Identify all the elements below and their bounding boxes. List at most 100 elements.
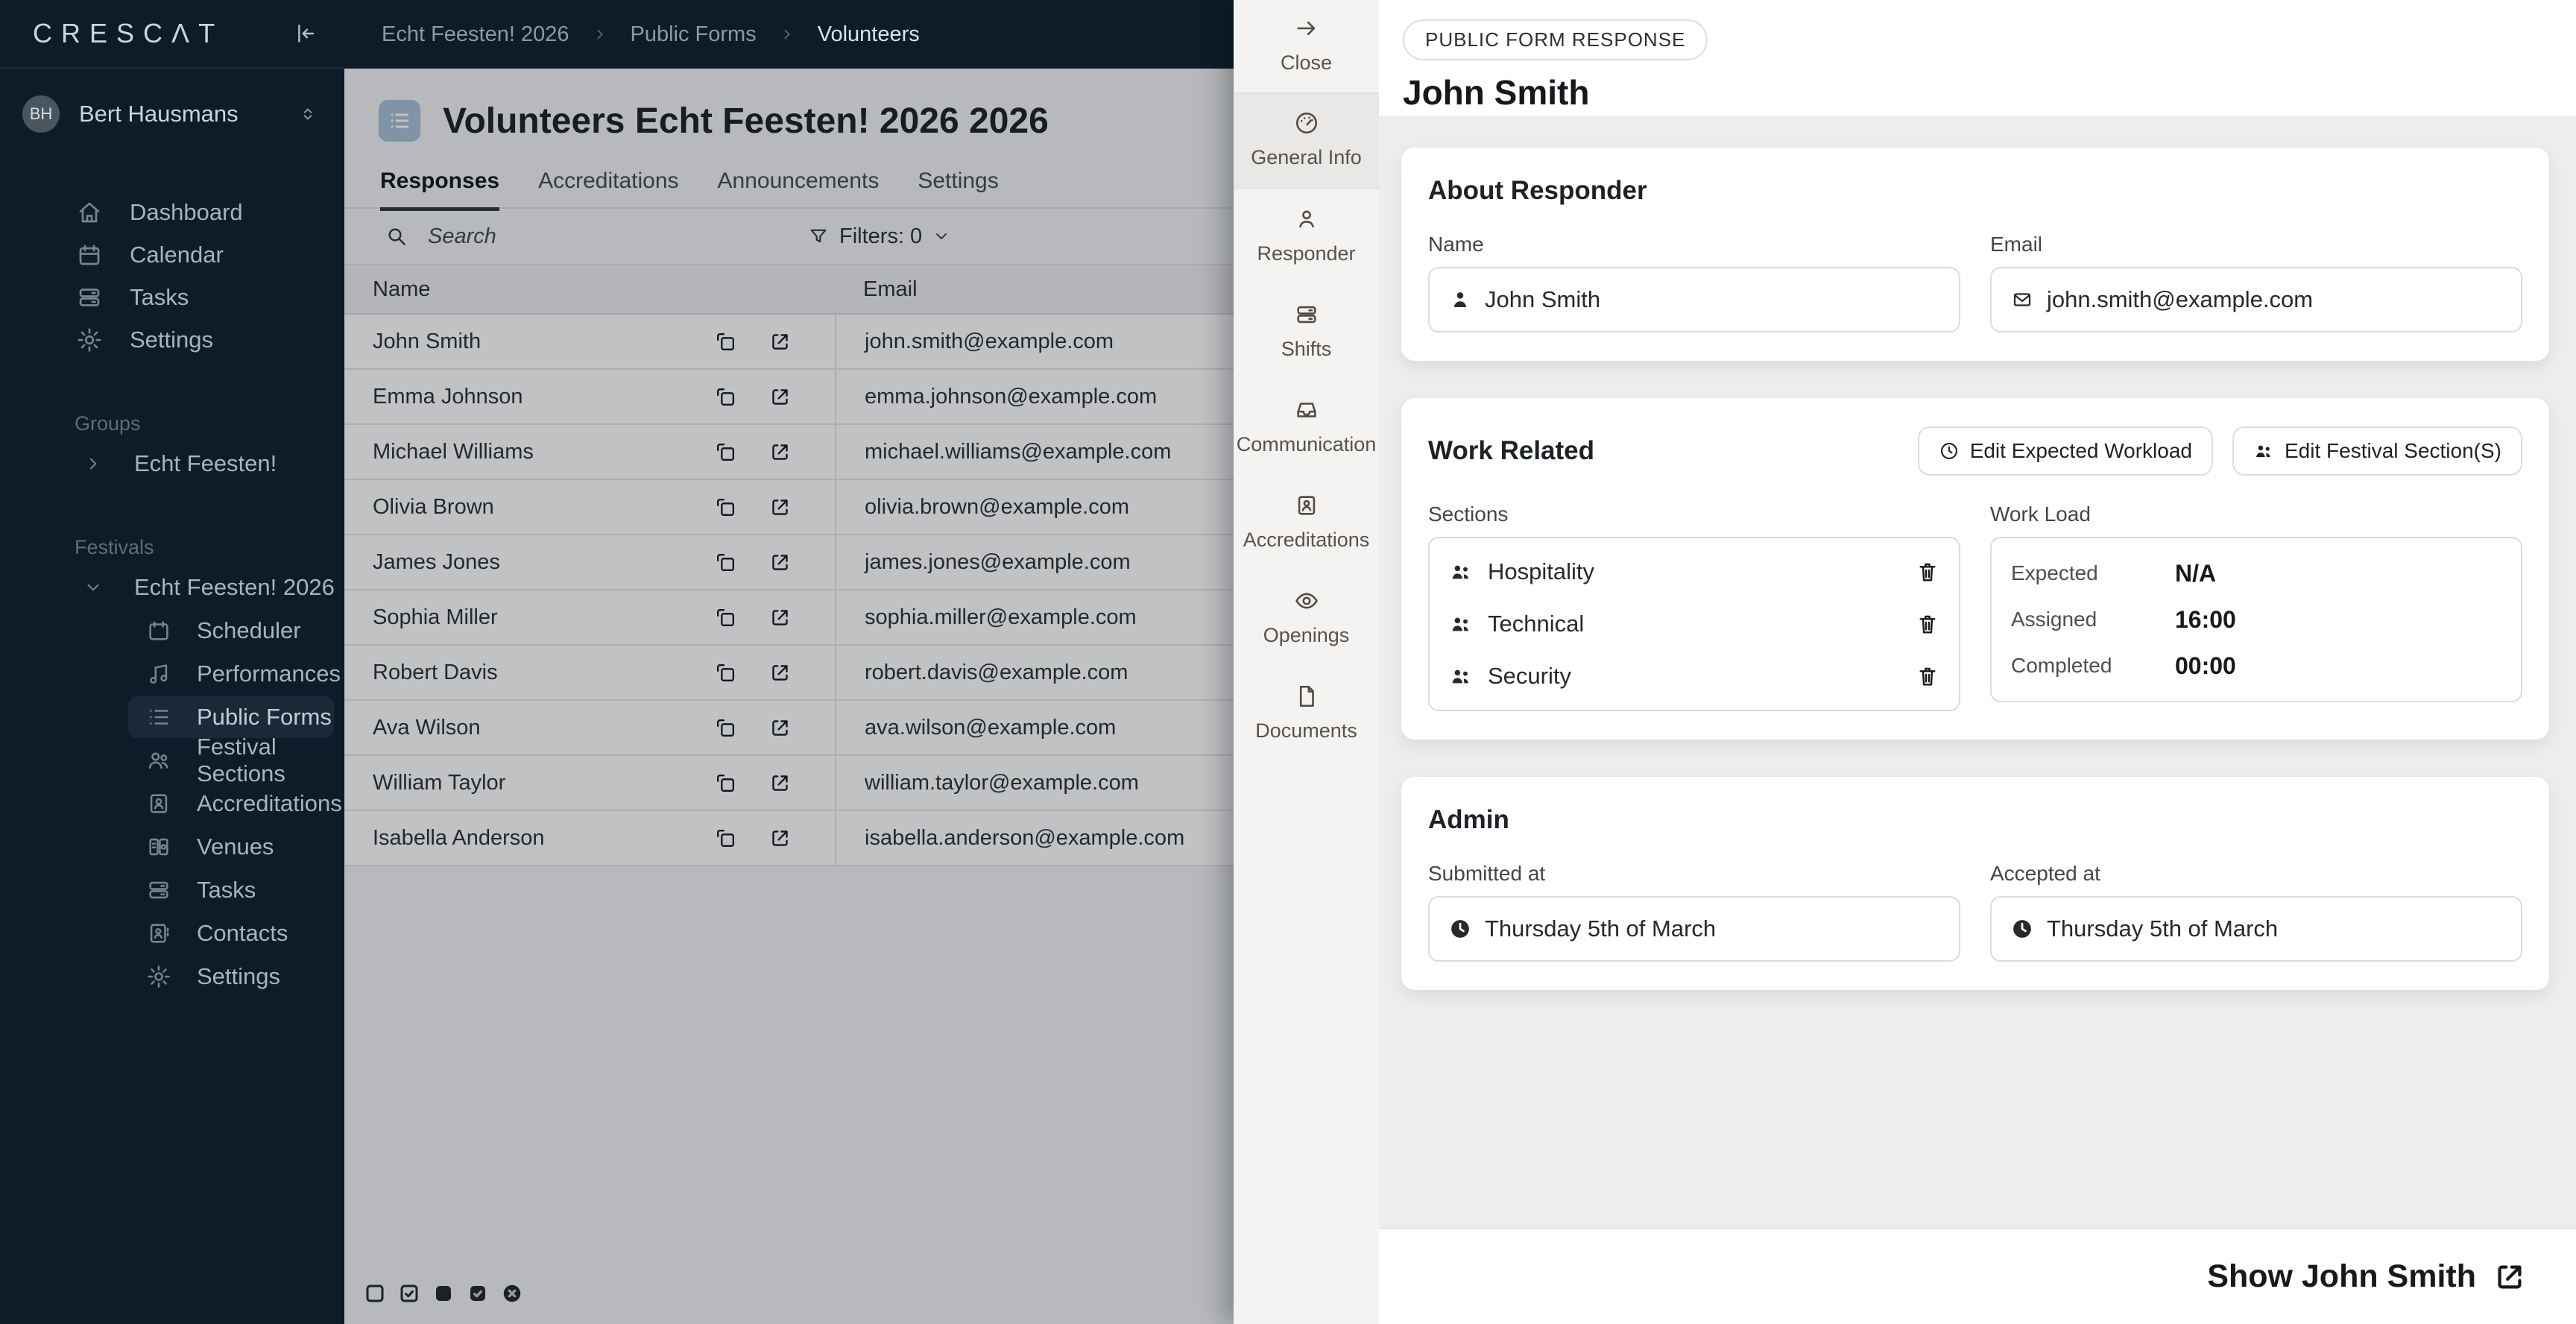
external-link-icon[interactable] [2493, 1260, 2527, 1294]
sidebar-item-festival-2026[interactable]: Echt Feesten! 2026 [0, 567, 344, 608]
open-window-icon[interactable] [714, 661, 737, 684]
clock-filled-icon [2011, 918, 2033, 940]
accepted-at-field[interactable]: Thursday 5th of March [1990, 896, 2522, 962]
tab-responses[interactable]: Responses [380, 168, 499, 207]
collapse-sidebar-icon[interactable] [292, 22, 316, 45]
rail-item-responder[interactable]: Responder [1234, 189, 1379, 285]
open-window-icon[interactable] [714, 551, 737, 574]
people-icon [1449, 560, 1473, 584]
clock-icon [1939, 441, 1960, 461]
table-row[interactable]: John Smith john.smith@example.com [344, 315, 1234, 370]
filters-dropdown[interactable]: Filters: 0 [808, 224, 950, 249]
sidebar-item-festival-sections[interactable]: Festival Sections [128, 740, 334, 781]
rail-item-accreditations[interactable]: Accreditations [1234, 476, 1379, 571]
square-check-filled-icon[interactable] [467, 1282, 489, 1305]
section-row: Hospitality [1449, 546, 1939, 598]
trash-icon[interactable] [1916, 560, 1939, 584]
external-link-icon[interactable] [768, 551, 792, 574]
envelope-icon [2011, 289, 2033, 311]
external-link-icon[interactable] [768, 661, 792, 684]
drawer-footer: Show John Smith [1379, 1228, 2576, 1324]
table-row[interactable]: Michael Williams michael.williams@exampl… [344, 425, 1234, 480]
sidebar-item-festival-settings[interactable]: Settings [128, 956, 334, 997]
table-row[interactable]: William Taylor william.taylor@example.co… [344, 756, 1234, 811]
edit-festival-sections-button[interactable]: Edit Festival Section(S) [2232, 426, 2522, 476]
tasks-icon [76, 284, 103, 311]
open-window-icon[interactable] [714, 441, 737, 464]
sidebar-item-settings[interactable]: Settings [0, 318, 344, 361]
external-link-icon[interactable] [768, 385, 792, 409]
submitted-at-field[interactable]: Thursday 5th of March [1428, 896, 1960, 962]
table-row[interactable]: Robert Davis robert.davis@example.com [344, 646, 1234, 701]
external-link-icon[interactable] [768, 496, 792, 519]
sidebar-item-calendar[interactable]: Calendar [0, 233, 344, 276]
people-icon [1449, 612, 1473, 636]
contact-book-icon [146, 921, 171, 946]
trash-icon[interactable] [1916, 612, 1939, 636]
edit-expected-workload-button[interactable]: Edit Expected Workload [1918, 426, 2213, 476]
section-row: Security [1449, 650, 1939, 702]
table-row[interactable]: Emma Johnson emma.johnson@example.com [344, 370, 1234, 425]
user-menu[interactable]: BH Bert Hausmans [0, 69, 344, 133]
close-drawer-button[interactable]: Close [1234, 0, 1379, 94]
open-window-icon[interactable] [714, 772, 737, 795]
table-row[interactable]: Isabella Anderson isabella.anderson@exam… [344, 811, 1234, 866]
square-filled-icon[interactable] [432, 1282, 455, 1305]
sidebar-item-venues[interactable]: Venues [128, 826, 334, 868]
tab-settings[interactable]: Settings [918, 168, 998, 207]
checkbox-empty-icon[interactable] [364, 1282, 386, 1305]
open-window-icon[interactable] [714, 385, 737, 409]
accepted-at-value: Thursday 5th of March [2047, 915, 2278, 942]
sidebar-item-tasks[interactable]: Tasks [0, 276, 344, 318]
sidebar-item-public-forms[interactable]: Public Forms [128, 696, 334, 738]
gear-icon [76, 327, 103, 353]
open-window-icon[interactable] [714, 330, 737, 353]
sidebar-item-group-echt-feesten[interactable]: Echt Feesten! [0, 443, 344, 485]
search-input[interactable]: Search [428, 224, 696, 249]
sidebar-item-scheduler[interactable]: Scheduler [128, 610, 334, 652]
external-link-icon[interactable] [768, 827, 792, 850]
breadcrumb-public-forms[interactable]: Public Forms [631, 22, 757, 47]
show-responder-link[interactable]: Show John Smith [2207, 1258, 2476, 1295]
avatar: BH [22, 95, 60, 133]
name-field[interactable]: John Smith [1428, 267, 1960, 332]
table-row[interactable]: James Jones james.jones@example.com [344, 535, 1234, 590]
tab-announcements[interactable]: Announcements [718, 168, 880, 207]
external-link-icon[interactable] [768, 772, 792, 795]
tab-accreditations[interactable]: Accreditations [538, 168, 678, 207]
user-name: Bert Hausmans [79, 101, 279, 127]
external-link-icon[interactable] [768, 441, 792, 464]
open-window-icon[interactable] [714, 496, 737, 519]
email-field[interactable]: john.smith@example.com [1990, 267, 2522, 332]
rail-item-documents[interactable]: Documents [1234, 666, 1379, 762]
open-window-icon[interactable] [714, 606, 737, 629]
checkbox-checked-icon[interactable] [398, 1282, 420, 1305]
rail-item-shifts[interactable]: Shifts [1234, 285, 1379, 380]
external-link-icon[interactable] [768, 330, 792, 353]
name-field-label: Name [1428, 233, 1960, 256]
table-row[interactable]: Ava Wilson ava.wilson@example.com [344, 701, 1234, 756]
trash-icon[interactable] [1916, 664, 1939, 688]
form-list-icon [379, 100, 420, 142]
sidebar-item-festival-tasks[interactable]: Tasks [128, 869, 334, 911]
table-row[interactable]: Olivia Brown olivia.brown@example.com [344, 480, 1234, 535]
sidebar-item-dashboard[interactable]: Dashboard [0, 191, 344, 233]
rail-item-communication[interactable]: Communication [1234, 380, 1379, 476]
column-header-email[interactable]: Email [835, 265, 1234, 313]
rail-item-openings[interactable]: Openings [1234, 571, 1379, 666]
circle-x-icon[interactable] [501, 1282, 523, 1305]
open-window-icon[interactable] [714, 827, 737, 850]
sidebar: CRESCΛT BH Bert Hausmans Dashboard Calen… [0, 0, 344, 1324]
breadcrumb-festival[interactable]: Echt Feesten! 2026 [382, 22, 569, 47]
external-link-icon[interactable] [768, 716, 792, 740]
sidebar-item-performances[interactable]: Performances [128, 653, 334, 695]
people-icon [2253, 441, 2274, 461]
table-row[interactable]: Sophia Miller sophia.miller@example.com [344, 590, 1234, 646]
sidebar-item-contacts[interactable]: Contacts [128, 912, 334, 954]
sidebar-item-accreditations[interactable]: Accreditations [128, 783, 334, 825]
rail-item-general-info[interactable]: General Info [1234, 94, 1379, 189]
open-window-icon[interactable] [714, 716, 737, 740]
gear-icon [146, 964, 171, 989]
column-header-name[interactable]: Name [344, 265, 835, 313]
external-link-icon[interactable] [768, 606, 792, 629]
